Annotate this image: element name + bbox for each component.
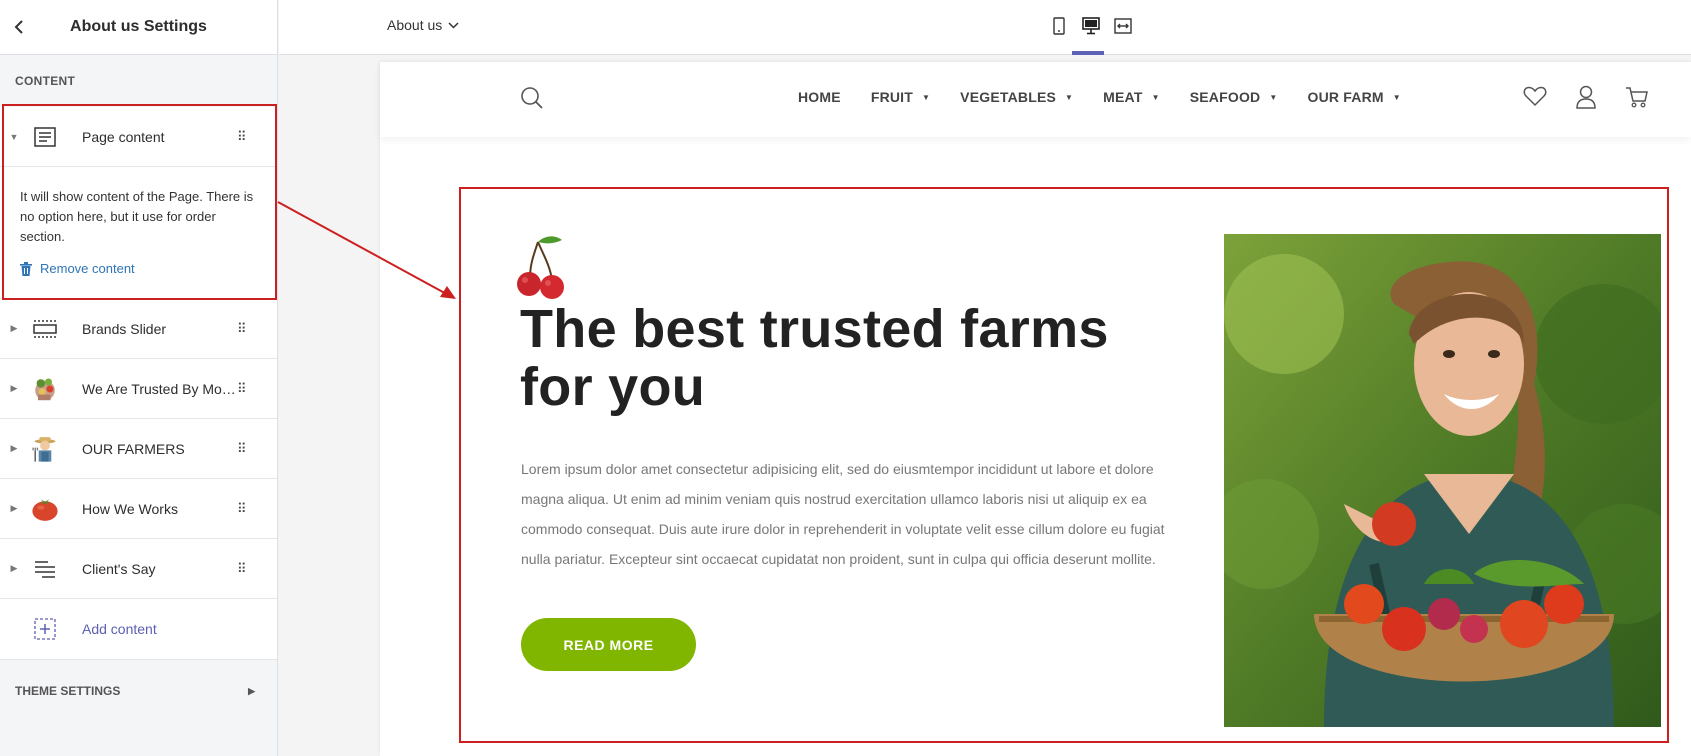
remove-content-label: Remove content <box>40 261 135 276</box>
list-icon <box>31 549 59 589</box>
section-label: Page content <box>82 128 165 145</box>
header-actions <box>1523 85 1649 114</box>
desktop-view-button[interactable] <box>1081 14 1101 38</box>
search-icon[interactable] <box>520 86 544 115</box>
device-switcher <box>1049 14 1133 38</box>
hero-title: The best trusted farms for you <box>520 299 1109 417</box>
drag-handle-icon[interactable]: ⠿ <box>237 381 251 397</box>
brands-slider-icon <box>31 309 59 349</box>
caret-down-icon: ▼ <box>1065 92 1074 102</box>
vegetables-thumbnail-icon <box>31 369 59 409</box>
drag-handle-icon[interactable]: ⠿ <box>237 441 251 457</box>
mobile-icon <box>1053 17 1065 35</box>
add-section-icon <box>31 609 59 649</box>
section-brands-slider[interactable]: ▶ Brands Slider ⠿ <box>0 299 277 359</box>
desktop-icon <box>1082 17 1100 35</box>
nav-vegetables-label: VEGETABLES <box>960 89 1057 105</box>
read-more-button[interactable]: READ MORE <box>521 618 696 671</box>
drag-handle-icon[interactable]: ⠿ <box>237 501 251 517</box>
active-device-indicator <box>1072 51 1104 55</box>
add-content-label: Add content <box>82 621 157 637</box>
main-menu: HOME FRUIT ▼ VEGETABLES ▼ MEAT ▼ SEAFOOD ▼ O… <box>798 89 1431 105</box>
caret-right-icon[interactable]: ▶ <box>0 383 28 394</box>
nav-meat[interactable]: MEAT ▼ <box>1103 89 1160 105</box>
nav-fruit[interactable]: FRUIT ▼ <box>871 89 930 105</box>
caret-right-icon[interactable]: ▶ <box>0 503 28 514</box>
document-icon <box>31 117 59 157</box>
page-content-panel: It will show content of the Page. There … <box>0 167 277 299</box>
caret-down-icon: ▼ <box>922 92 931 102</box>
section-label: Brands Slider <box>82 320 167 337</box>
chevron-down-icon <box>448 21 459 29</box>
drag-handle-icon[interactable]: ⠿ <box>237 129 251 145</box>
caret-down-icon: ▼ <box>1269 92 1278 102</box>
section-label: Client's Say <box>82 560 156 577</box>
nav-meat-label: MEAT <box>1103 89 1143 105</box>
caret-right-icon[interactable]: ▶ <box>0 443 28 454</box>
farmer-thumbnail-icon <box>31 429 59 469</box>
section-label: How We Works <box>82 500 178 517</box>
wishlist-heart-icon[interactable] <box>1523 85 1547 114</box>
mobile-view-button[interactable] <box>1049 14 1069 38</box>
nav-home-label: HOME <box>798 89 841 105</box>
theme-settings-label: THEME SETTINGS <box>15 684 121 698</box>
farmer-woman-photo <box>1224 234 1661 727</box>
nav-our-farm[interactable]: OUR FARM ▼ <box>1307 89 1400 105</box>
drag-handle-icon[interactable]: ⠿ <box>237 561 251 577</box>
add-content-button[interactable]: Add content <box>0 599 277 660</box>
remove-content-button[interactable]: Remove content <box>0 255 277 298</box>
editor-topbar: About us <box>279 0 1691 55</box>
page-preview: HOME FRUIT ▼ VEGETABLES ▼ MEAT ▼ SEAFOOD ▼ O… <box>380 62 1691 756</box>
tomato-thumbnail-icon <box>31 489 59 529</box>
drag-handle-icon[interactable]: ⠿ <box>237 321 251 337</box>
nav-seafood[interactable]: SEAFOOD ▼ <box>1190 89 1278 105</box>
hero-description: Lorem ipsum dolor amet consectetur adipi… <box>521 461 1165 567</box>
full-width-icon <box>1114 18 1132 34</box>
caret-right-icon[interactable]: ▶ <box>0 563 28 574</box>
site-navigation: HOME FRUIT ▼ VEGETABLES ▼ MEAT ▼ SEAFOOD ▼ O… <box>380 62 1691 137</box>
page-selector[interactable]: About us <box>387 17 459 33</box>
chevron-left-icon <box>14 20 23 34</box>
theme-settings-toggle[interactable]: THEME SETTINGS ▶ <box>0 660 277 722</box>
content-section-label: CONTENT <box>15 74 76 88</box>
nav-seafood-label: SEAFOOD <box>1189 89 1261 105</box>
nav-home[interactable]: HOME <box>798 89 841 105</box>
section-clients-say[interactable]: ▶ Client's Say ⠿ <box>0 539 277 599</box>
page-selector-label: About us <box>387 17 443 33</box>
full-width-view-button[interactable] <box>1113 14 1133 38</box>
nav-vegetables[interactable]: VEGETABLES ▼ <box>960 89 1073 105</box>
caret-right-icon[interactable]: ▶ <box>0 323 28 334</box>
section-trusted[interactable]: ▶ We Are Trusted By Mor... ⠿ <box>0 359 277 419</box>
section-our-farmers[interactable]: ▶ OUR FARMERS ⠿ <box>0 419 277 479</box>
nav-fruit-label: FRUIT <box>870 89 914 105</box>
section-label: We Are Trusted By Mor... <box>82 380 237 397</box>
section-label: OUR FARMERS <box>82 440 185 457</box>
caret-down-icon[interactable]: ▼ <box>0 132 28 142</box>
settings-sidebar: About us Settings CONTENT ▼ Page content… <box>0 0 278 756</box>
user-account-icon[interactable] <box>1575 85 1597 114</box>
caret-down-icon: ▼ <box>1151 92 1160 102</box>
nav-our-farm-label: OUR FARM <box>1307 89 1384 105</box>
trash-icon <box>20 261 32 276</box>
caret-right-icon: ▶ <box>248 685 255 696</box>
back-button[interactable] <box>0 0 38 55</box>
sidebar-header: About us Settings <box>0 0 277 55</box>
sidebar-title: About us Settings <box>70 18 207 35</box>
page-content-description: It will show content of the Page. There … <box>20 189 254 244</box>
shopping-cart-icon[interactable] <box>1625 85 1649 114</box>
caret-down-icon: ▼ <box>1392 92 1401 102</box>
section-page-content[interactable]: ▼ Page content ⠿ <box>0 107 277 167</box>
cherry-icon <box>510 234 570 305</box>
section-how-we-works[interactable]: ▶ How We Works ⠿ <box>0 479 277 539</box>
